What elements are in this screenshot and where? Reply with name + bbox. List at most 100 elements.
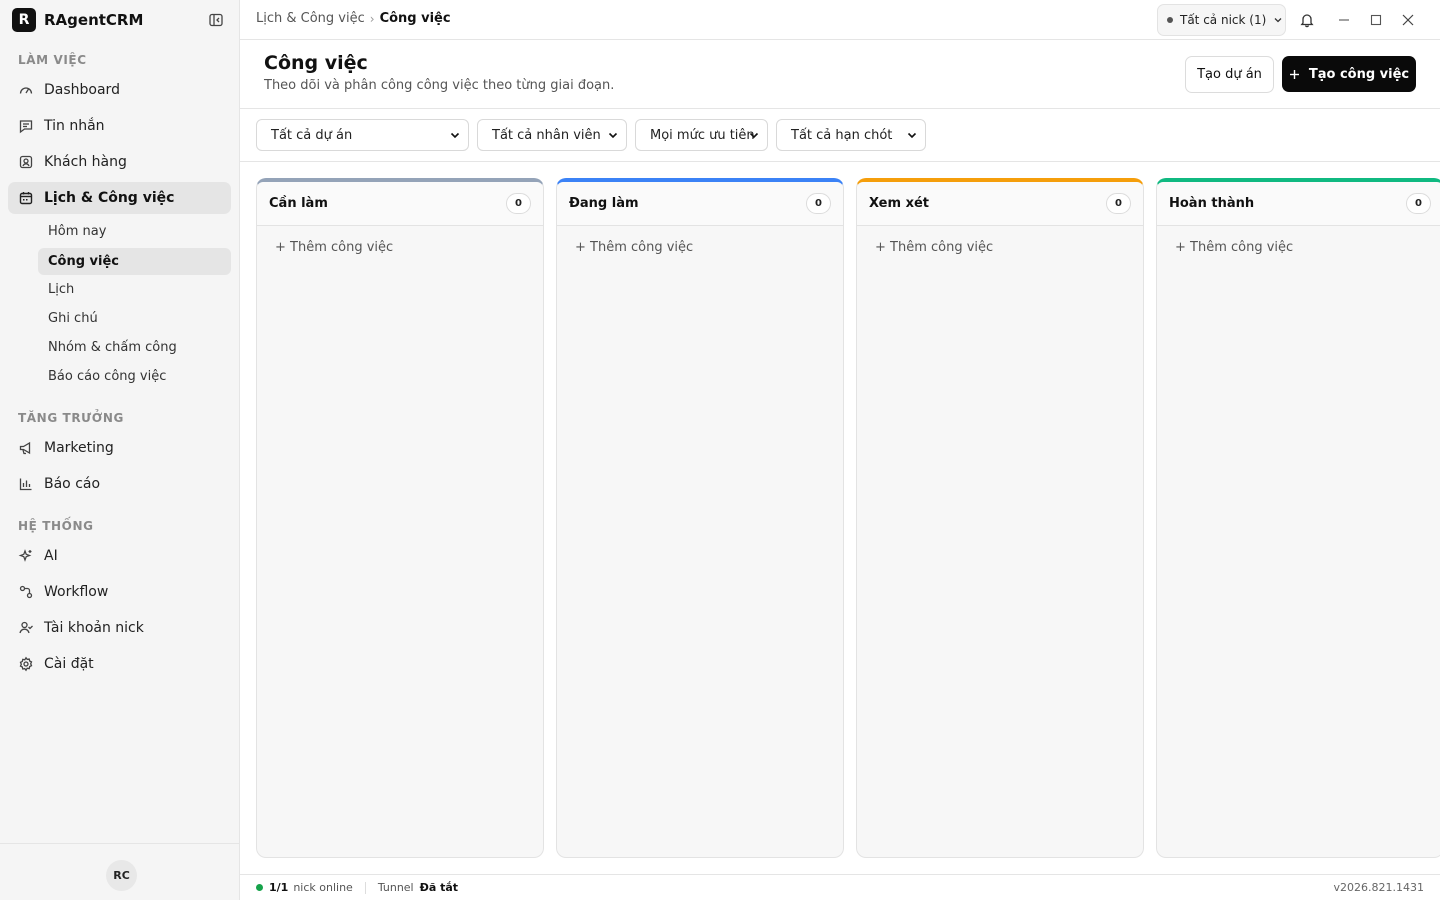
topbar: Lịch & Công việc › Công việc Tất cả nick… xyxy=(240,0,1440,40)
column-count-badge: 0 xyxy=(1106,193,1131,214)
brand-name: RAgentCRM xyxy=(44,11,144,29)
sidebar-item-messages[interactable]: Tin nhắn xyxy=(8,110,231,142)
column-title: Đang làm xyxy=(569,196,639,211)
filter-priority-select[interactable]: Mọi mức ưu tiên xyxy=(635,119,768,151)
bar-chart-icon xyxy=(18,476,34,492)
sidebar-subitem-task-reports[interactable]: Báo cáo công việc xyxy=(38,363,231,390)
sidebar-item-label: Tài khoản nick xyxy=(44,620,144,636)
user-check-icon xyxy=(18,620,34,636)
sidebar-subitem-notes[interactable]: Ghi chú xyxy=(38,305,231,332)
sidebar-subitem-calendar[interactable]: Lịch xyxy=(38,276,231,303)
create-task-label: Tạo công việc xyxy=(1308,66,1410,82)
column-header: Đang làm 0 xyxy=(557,182,843,226)
sidebar-item-label: AI xyxy=(44,548,58,564)
sidebar-footer: RC xyxy=(0,843,239,900)
page-subtitle: Theo dõi và phân công công việc theo từn… xyxy=(264,78,615,93)
bell-icon[interactable] xyxy=(1297,10,1317,30)
minimize-icon[interactable] xyxy=(1334,10,1354,30)
sidebar-collapse-icon[interactable] xyxy=(206,10,226,30)
filter-staff-value: Tất cả nhân viên xyxy=(492,127,601,143)
workflow-icon xyxy=(18,584,34,600)
filter-staff-select[interactable]: Tất cả nhân viên xyxy=(477,119,627,151)
add-task-button[interactable]: + Thêm công việc xyxy=(1175,240,1440,255)
section-label-growth: TĂNG TRƯỞNG xyxy=(18,411,124,425)
sidebar-item-workflow[interactable]: Workflow xyxy=(8,576,231,608)
filter-priority-value: Mọi mức ưu tiên xyxy=(650,127,755,143)
kanban-column-done: Hoàn thành 0 + Thêm công việc xyxy=(1156,178,1440,858)
sidebar-item-label: Marketing xyxy=(44,440,114,456)
kanban-column-review: Xem xét 0 + Thêm công việc xyxy=(856,178,1144,858)
kanban-board: Cần làm 0 + Thêm công việc Đang làm 0 + … xyxy=(240,162,1440,874)
sidebar-item-marketing[interactable]: Marketing xyxy=(8,432,231,464)
brand-logo: R xyxy=(12,8,36,32)
column-header: Hoàn thành 0 xyxy=(1157,182,1440,226)
filter-project-select[interactable]: Tất cả dự án xyxy=(256,119,469,151)
sidebar-item-customers[interactable]: Khách hàng xyxy=(8,146,231,178)
breadcrumb: Lịch & Công việc › Công việc xyxy=(256,11,451,26)
sidebar-item-dashboard[interactable]: Dashboard xyxy=(8,74,231,106)
gauge-icon xyxy=(18,82,34,98)
close-icon[interactable] xyxy=(1398,10,1418,30)
sidebar-item-accounts[interactable]: Tài khoản nick xyxy=(8,612,231,644)
column-count-badge: 0 xyxy=(806,193,831,214)
sidebar-item-ai[interactable]: AI xyxy=(8,540,231,572)
breadcrumb-separator-icon: › xyxy=(369,11,375,26)
chevron-down-icon xyxy=(1273,15,1283,25)
online-label: nick online xyxy=(293,881,353,894)
sparkles-icon xyxy=(18,548,34,564)
filter-deadline-select[interactable]: Tất cả hạn chót xyxy=(776,119,926,151)
filter-bar: Tất cả dự án Tất cả nhân viên Mọi mức ưu… xyxy=(240,109,1440,162)
column-count-badge: 0 xyxy=(1406,193,1431,214)
sidebar-item-label: Cài đặt xyxy=(44,656,94,672)
kanban-column-todo: Cần làm 0 + Thêm công việc xyxy=(256,178,544,858)
column-title: Cần làm xyxy=(269,196,328,211)
sidebar-item-label: Báo cáo xyxy=(44,476,101,492)
online-count: 1/1 xyxy=(269,881,289,894)
maximize-icon[interactable] xyxy=(1366,10,1386,30)
status-bar: 1/1 nick online Tunnel Đã tắt v2026.821.… xyxy=(240,874,1440,900)
breadcrumb-current: Công việc xyxy=(379,11,451,26)
section-label-system: HỆ THỐNG xyxy=(18,519,94,533)
calendar-icon xyxy=(18,190,34,206)
brand[interactable]: R RAgentCRM xyxy=(12,8,143,32)
sidebar-item-label: Tin nhắn xyxy=(44,118,105,134)
nick-select-value: Tất cả nick (1) xyxy=(1180,13,1267,27)
message-square-icon xyxy=(18,118,34,134)
app-version: v2026.821.1431 xyxy=(1333,881,1425,894)
sidebar-item-schedule[interactable]: Lịch & Công việc xyxy=(8,182,231,214)
gear-icon xyxy=(18,656,34,672)
create-project-button[interactable]: Tạo dự án xyxy=(1185,56,1274,93)
sidebar-subitem-teams[interactable]: Nhóm & chấm công xyxy=(38,334,231,361)
tunnel-label: Tunnel xyxy=(377,881,414,894)
sidebar-item-reports[interactable]: Báo cáo xyxy=(8,468,231,500)
sidebar-item-label: Dashboard xyxy=(44,82,120,98)
sidebar-item-label: Workflow xyxy=(44,584,109,600)
sidebar-subitem-today[interactable]: Hôm nay xyxy=(38,218,231,245)
divider xyxy=(364,881,366,894)
sidebar: R RAgentCRM LÀM VIỆC Dashboard Tin nhắn … xyxy=(0,0,240,900)
chevron-down-icon xyxy=(906,129,918,141)
chevron-down-icon xyxy=(748,129,760,141)
page-header: Công việc Theo dõi và phân công công việ… xyxy=(240,40,1440,109)
megaphone-icon xyxy=(18,440,34,456)
page-title: Công việc xyxy=(264,52,368,74)
contact-icon xyxy=(18,154,34,170)
column-header: Cần làm 0 xyxy=(257,182,543,226)
add-task-button[interactable]: + Thêm công việc xyxy=(875,240,1143,255)
sidebar-item-settings[interactable]: Cài đặt xyxy=(8,648,231,680)
create-task-button[interactable]: Tạo công việc xyxy=(1282,56,1416,92)
column-title: Hoàn thành xyxy=(1169,196,1255,211)
tunnel-value: Đã tắt xyxy=(419,881,459,894)
add-task-button[interactable]: + Thêm công việc xyxy=(575,240,843,255)
column-header: Xem xét 0 xyxy=(857,182,1143,226)
nick-select[interactable]: Tất cả nick (1) xyxy=(1157,4,1286,36)
column-title: Xem xét xyxy=(869,196,929,211)
add-task-button[interactable]: + Thêm công việc xyxy=(275,240,543,255)
sidebar-item-label: Khách hàng xyxy=(44,154,127,170)
plus-icon xyxy=(1289,69,1300,80)
sidebar-subitem-tasks[interactable]: Công việc xyxy=(38,248,231,275)
breadcrumb-parent[interactable]: Lịch & Công việc xyxy=(256,11,365,26)
online-status-dot xyxy=(256,884,263,891)
section-label-work: LÀM VIỆC xyxy=(18,53,87,67)
avatar[interactable]: RC xyxy=(106,860,137,891)
